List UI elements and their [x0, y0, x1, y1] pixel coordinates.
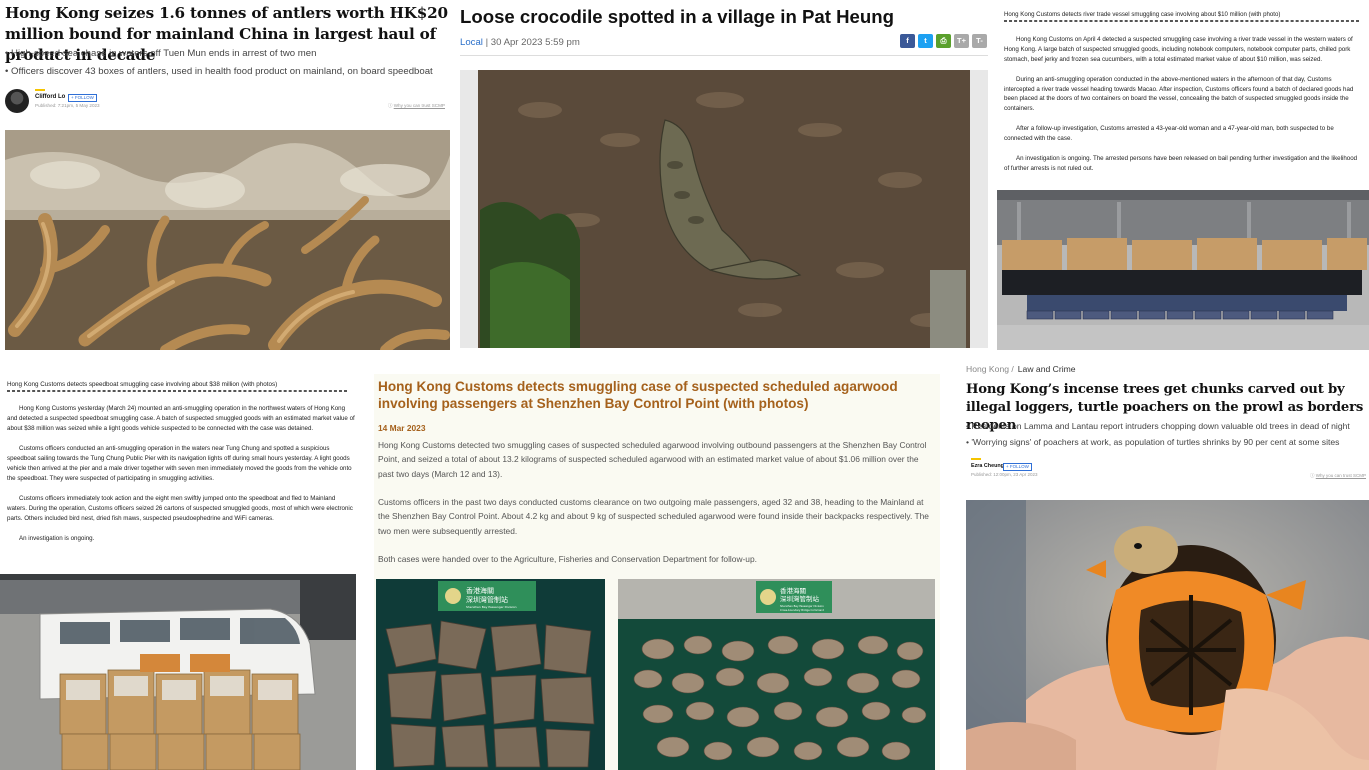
- article-summary: • Residents on Lamma and Lantau report i…: [966, 419, 1366, 450]
- agarwood-image-2: 香港海關 深圳灣管制站 Shenzhen Bay Passenger Divis…: [618, 579, 935, 770]
- seized-goods-photo: [997, 190, 1369, 350]
- body-paragraph: After a follow-up investigation, Customs…: [1004, 125, 1334, 143]
- press-release-body: Hong Kong Customs yesterday (March 24) m…: [7, 404, 355, 554]
- byline: Clifford Lo + FOLLOW Published: 7:21pm, …: [5, 89, 450, 115]
- trust-link[interactable]: ⓘ Why you can trust SCMP: [388, 103, 445, 109]
- crocodile-image: [460, 70, 988, 348]
- follow-button[interactable]: + FOLLOW: [68, 93, 97, 102]
- crocodile-photo: [460, 70, 988, 348]
- summary-bullet: • Residents on Lamma and Lantau report i…: [966, 421, 1350, 431]
- van-and-goods-image: [0, 574, 356, 770]
- trust-link-label: Why you can trust SCMP: [1315, 473, 1366, 478]
- author-avatar[interactable]: [5, 89, 29, 113]
- turtle-photo: [966, 500, 1369, 770]
- print-icon[interactable]: ⎙: [936, 34, 951, 48]
- van-and-goods-photo: [0, 574, 356, 770]
- body-paragraph: Customs officers in the past two days co…: [378, 497, 929, 536]
- banner-chinese-line: 香港海關: [780, 586, 806, 595]
- agarwood-photo-2: 香港海關 深圳灣管制站 Shenzhen Bay Passenger Divis…: [618, 579, 935, 770]
- publish-date: 14 Mar 2023: [378, 423, 426, 433]
- antlers-article: Hong Kong seizes 1.6 tonnes of antlers w…: [0, 0, 452, 350]
- author-name-link[interactable]: Ezra Cheung: [971, 463, 1004, 469]
- turtle-image: [966, 500, 1369, 770]
- agarwood-photo-1: 香港海關 深圳灣管制站 Shenzhen Bay Passenger Divis…: [376, 579, 605, 770]
- banner-english-line: Shenzhen Bay Passenger Division: [780, 604, 824, 608]
- share-toolbar: f t ⎙ T+ T-: [900, 34, 987, 48]
- banner-english-line: Cross-boundary Bridge Command: [780, 608, 824, 612]
- summary-bullet: • Officers discover 43 boxes of antlers,…: [5, 66, 433, 77]
- agarwood-press-release: Hong Kong Customs detects smuggling case…: [374, 374, 940, 770]
- byline: Ezra Cheung + FOLLOW Published: 12:00pm,…: [966, 456, 1368, 486]
- article-summary: • High-speed sea chase in waters off Tue…: [5, 45, 450, 81]
- article-meta: Local | 30 Apr 2023 5:59 pm: [460, 37, 580, 48]
- agarwood-image-1: 香港海關 深圳灣管制站 Shenzhen Bay Passenger Divis…: [376, 579, 605, 770]
- banner-chinese-line: 深圳灣管制站: [466, 595, 508, 604]
- facebook-icon[interactable]: f: [900, 34, 915, 48]
- crocodile-article: Loose crocodile spotted in a village in …: [456, 0, 993, 350]
- antlers-image: [5, 130, 450, 350]
- article-headline: Hong Kong Customs detects smuggling case…: [378, 379, 898, 411]
- breadcrumb-section-link[interactable]: Hong Kong /: [966, 364, 1014, 374]
- press-release-body: Hong Kong Customs detected two smuggling…: [378, 438, 936, 581]
- double-rule: [7, 390, 347, 392]
- breadcrumb: Hong Kong / Law and Crime: [966, 364, 1076, 374]
- text-larger-icon[interactable]: T+: [954, 34, 969, 48]
- body-paragraph: During an anti-smuggling operation condu…: [1004, 75, 1354, 113]
- speedboat-press-release: Hong Kong Customs detects speedboat smug…: [0, 376, 356, 770]
- banner-chinese-line: 香港海關: [466, 586, 494, 595]
- follow-button[interactable]: + FOLLOW: [1003, 462, 1032, 471]
- accent-bar: [971, 458, 981, 460]
- double-rule: [1004, 20, 1359, 22]
- banner-chinese-line: 深圳灣管制站: [780, 594, 820, 603]
- body-paragraph: Hong Kong Customs yesterday (March 24) m…: [7, 405, 355, 432]
- body-paragraph: Both cases were handed over to the Agric…: [378, 554, 757, 565]
- antlers-photo: [5, 130, 450, 350]
- trust-link-label: Why you can trust SCMP: [393, 103, 445, 108]
- body-paragraph: Hong Kong Customs detected two smuggling…: [378, 440, 927, 479]
- press-release-title: Hong Kong Customs detects speedboat smug…: [7, 381, 278, 388]
- body-paragraph: Hong Kong Customs on April 4 detected a …: [1004, 36, 1353, 63]
- body-paragraph: An investigation is ongoing. The arreste…: [1004, 154, 1358, 172]
- press-release-title: Hong Kong Customs detects river trade ve…: [1004, 11, 1281, 18]
- article-headline: Loose crocodile spotted in a village in …: [460, 6, 894, 27]
- trust-link[interactable]: ⓘ Why you can trust SCMP: [1310, 473, 1366, 479]
- publish-datetime: | 30 Apr 2023 5:59 pm: [485, 37, 580, 48]
- published-time: Published: 12:00pm, 23 Apr 2023: [971, 472, 1038, 477]
- published-time: Published: 7:21pm, 5 May 2023: [35, 103, 100, 108]
- summary-bullet: • 'Worrying signs' of poachers at work, …: [966, 436, 1340, 447]
- banner-english-line: Shenzhen Bay Passenger Division: [466, 605, 517, 609]
- body-paragraph: Customs officers immediately took action…: [7, 495, 353, 522]
- breadcrumb-subsection-link[interactable]: Law and Crime: [1018, 364, 1076, 374]
- divider: [460, 55, 988, 56]
- press-release-body: Hong Kong Customs on April 4 detected a …: [1004, 35, 1362, 184]
- body-paragraph: An investigation is ongoing.: [19, 535, 95, 542]
- author-name-link[interactable]: Clifford Lo: [35, 94, 65, 100]
- body-paragraph: Customs officers conducted an anti-smugg…: [7, 445, 352, 482]
- accent-bar: [35, 89, 45, 91]
- section-link[interactable]: Local: [460, 37, 483, 48]
- summary-bullet: • High-speed sea chase in waters off Tue…: [5, 48, 317, 59]
- text-smaller-icon[interactable]: T-: [972, 34, 987, 48]
- seized-goods-image: [997, 190, 1369, 350]
- twitter-icon[interactable]: t: [918, 34, 933, 48]
- river-vessel-press-release: Hong Kong Customs detects river trade ve…: [997, 0, 1369, 350]
- incense-trees-article: Hong Kong / Law and Crime Hong Kong’s inc…: [962, 360, 1369, 770]
